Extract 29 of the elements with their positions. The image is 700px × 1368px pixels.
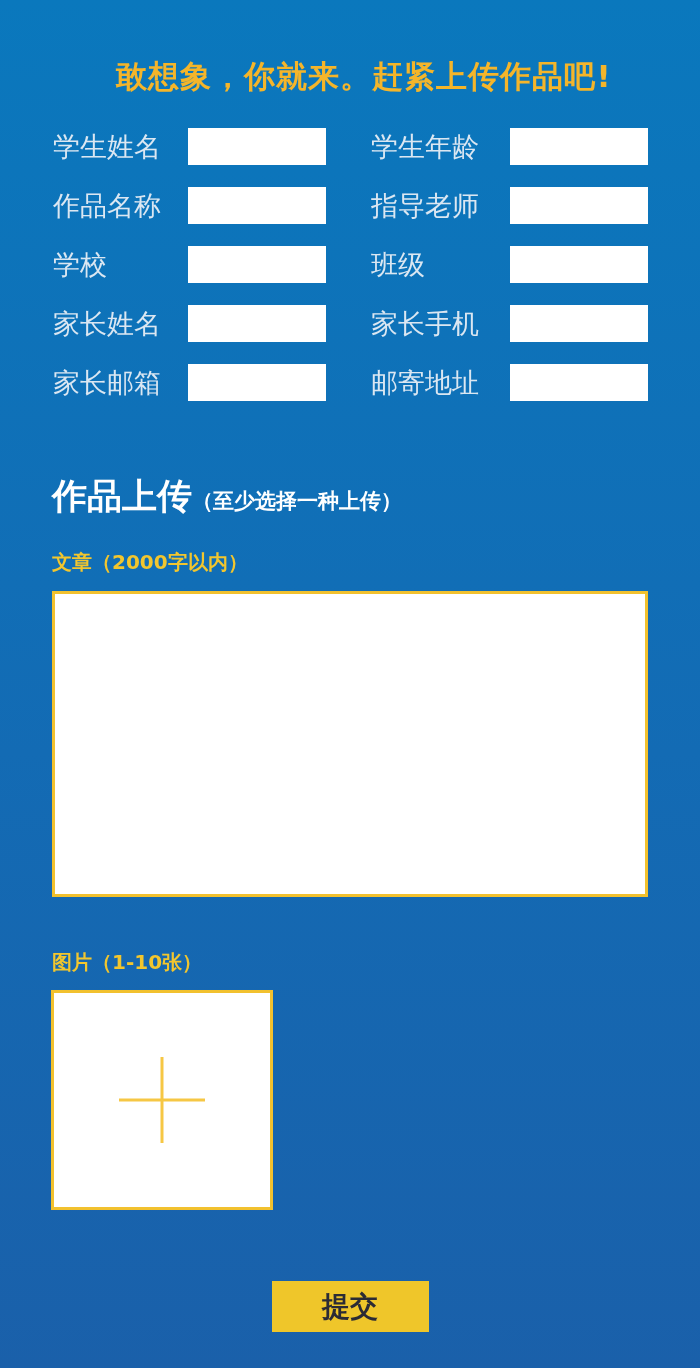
input-field[interactable]	[510, 187, 648, 224]
image-upload-field[interactable]	[51, 990, 273, 1210]
plus-icon	[119, 1057, 205, 1143]
input-field[interactable]	[188, 305, 326, 342]
submit-button[interactable]: 提交	[271, 1281, 429, 1332]
input-field[interactable]	[188, 246, 326, 283]
input-field[interactable]	[188, 128, 326, 165]
field-label: 图片（1-10张）	[52, 949, 203, 976]
input-field[interactable]	[510, 246, 648, 283]
field-label: 学校	[53, 248, 108, 282]
field-label: 家长手机	[371, 307, 480, 341]
input-field[interactable]	[510, 305, 648, 342]
field-label: 学生年龄	[371, 130, 480, 164]
field-label: 文章（2000字以内）	[52, 549, 248, 576]
field-label: 指导老师	[371, 189, 480, 223]
field-label: 作品名称	[53, 189, 162, 223]
input-field[interactable]	[510, 128, 648, 165]
input-field[interactable]	[188, 364, 326, 401]
section-note: （至少选择一种上传）	[192, 488, 402, 515]
section-heading: 作品上传	[52, 476, 192, 516]
field-label: 班级	[371, 248, 426, 282]
field-label: 学生姓名	[53, 130, 162, 164]
field-label: 家长姓名	[53, 307, 162, 341]
input-field[interactable]	[188, 187, 326, 224]
field-label: 邮寄地址	[371, 366, 480, 400]
field-label: 家长邮箱	[53, 366, 162, 400]
input-field[interactable]	[510, 364, 648, 401]
page-title: 敢想象，你就来。赶紧上传作品吧!	[116, 57, 612, 96]
text-area-field[interactable]	[52, 591, 648, 897]
